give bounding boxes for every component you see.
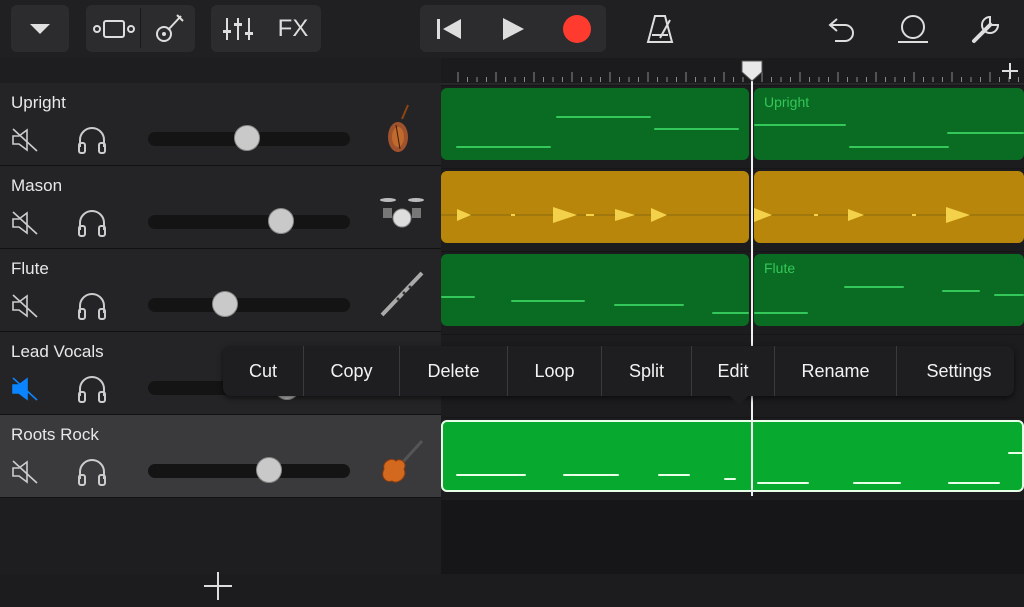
region-roots-rock[interactable] bbox=[441, 420, 1024, 492]
mute-icon[interactable] bbox=[11, 459, 39, 490]
track-headers: Upright Mason Flute Lead Vocals Roots Ro… bbox=[0, 58, 441, 600]
menu-item-rename[interactable]: Rename bbox=[775, 346, 897, 396]
play-icon[interactable] bbox=[478, 16, 548, 42]
region-mason-1[interactable] bbox=[441, 171, 749, 243]
electric-guitar-icon bbox=[378, 435, 426, 487]
track-name: Upright bbox=[11, 93, 66, 112]
transport-group bbox=[420, 5, 606, 52]
mute-icon[interactable] bbox=[11, 127, 39, 158]
mute-icon-active[interactable] bbox=[11, 376, 39, 407]
lane-roots-rock bbox=[441, 418, 1024, 500]
settings-wrench-icon[interactable] bbox=[962, 5, 1010, 52]
add-track-icon[interactable] bbox=[202, 570, 234, 607]
menu-pointer bbox=[729, 395, 749, 405]
volume-slider[interactable] bbox=[148, 457, 350, 483]
playhead-line[interactable] bbox=[751, 66, 753, 496]
region-flute-2[interactable]: Flute bbox=[754, 254, 1024, 326]
ruler[interactable] bbox=[441, 58, 1024, 85]
volume-knob[interactable] bbox=[268, 208, 295, 234]
mixer-icon[interactable] bbox=[211, 16, 265, 42]
metronome-icon[interactable] bbox=[632, 5, 688, 52]
volume-slider[interactable] bbox=[148, 291, 350, 317]
mute-icon[interactable] bbox=[11, 293, 39, 324]
region-label: Flute bbox=[764, 260, 796, 276]
lane-flute: Flute bbox=[441, 252, 1024, 334]
region-label: Upright bbox=[764, 94, 810, 110]
volume-slider[interactable] bbox=[148, 208, 350, 234]
flute-icon bbox=[378, 269, 426, 321]
menu-item-loop[interactable]: Loop bbox=[508, 346, 602, 396]
region-flute-1[interactable] bbox=[441, 254, 749, 326]
track-name: Lead Vocals bbox=[11, 342, 104, 361]
volume-knob[interactable] bbox=[256, 457, 283, 483]
rewind-icon[interactable] bbox=[420, 17, 478, 41]
guitar-instrument-icon[interactable] bbox=[141, 12, 195, 46]
tracks-view-icon[interactable] bbox=[87, 18, 141, 40]
headphones-icon[interactable] bbox=[76, 374, 108, 409]
headphones-icon[interactable] bbox=[76, 457, 108, 492]
track-name: Mason bbox=[11, 176, 63, 195]
menu-item-copy[interactable]: Copy bbox=[304, 346, 400, 396]
add-section-icon[interactable] bbox=[1000, 61, 1020, 86]
track-header-flute[interactable]: Flute bbox=[0, 249, 441, 332]
lane-upright: Upright bbox=[441, 86, 1024, 168]
volume-knob[interactable] bbox=[211, 291, 238, 317]
upright-bass-icon bbox=[378, 103, 426, 155]
headphones-icon[interactable] bbox=[76, 291, 108, 326]
region-upright-1[interactable] bbox=[441, 88, 749, 160]
drum-kit-icon bbox=[378, 186, 426, 238]
menu-item-delete[interactable]: Delete bbox=[400, 346, 508, 396]
track-header-roots-rock[interactable]: Roots Rock bbox=[0, 415, 441, 498]
menu-item-edit[interactable]: Edit bbox=[692, 346, 775, 396]
fx-button[interactable]: FX bbox=[265, 15, 321, 43]
playhead-icon[interactable] bbox=[741, 60, 763, 87]
headphones-icon[interactable] bbox=[76, 125, 108, 160]
menu-item-split[interactable]: Split bbox=[602, 346, 692, 396]
headphones-icon[interactable] bbox=[76, 208, 108, 243]
menu-item-cut[interactable]: Cut bbox=[223, 346, 304, 396]
track-header-upright[interactable]: Upright bbox=[0, 83, 441, 166]
chevron-down-icon[interactable] bbox=[11, 5, 69, 52]
track-header-mason[interactable]: Mason bbox=[0, 166, 441, 249]
region-upright-2[interactable]: Upright bbox=[754, 88, 1024, 160]
mute-icon[interactable] bbox=[11, 210, 39, 241]
loop-icon[interactable] bbox=[890, 5, 936, 52]
context-menu: Cut Copy Delete Loop Split Edit Rename S… bbox=[223, 346, 1014, 396]
track-name: Flute bbox=[11, 259, 49, 278]
record-icon[interactable] bbox=[548, 14, 606, 44]
volume-knob[interactable] bbox=[233, 125, 260, 151]
volume-slider[interactable] bbox=[148, 125, 350, 151]
menu-item-settings[interactable]: Settings bbox=[897, 346, 1021, 396]
track-name: Roots Rock bbox=[11, 425, 99, 444]
timeline: Upright Flute bbox=[441, 58, 1024, 574]
mixer-fx-group: FX bbox=[211, 5, 321, 52]
region-mason-2[interactable] bbox=[754, 171, 1024, 243]
toolbar: FX bbox=[0, 0, 1024, 58]
lane-mason bbox=[441, 169, 1024, 251]
undo-icon[interactable] bbox=[820, 5, 864, 52]
